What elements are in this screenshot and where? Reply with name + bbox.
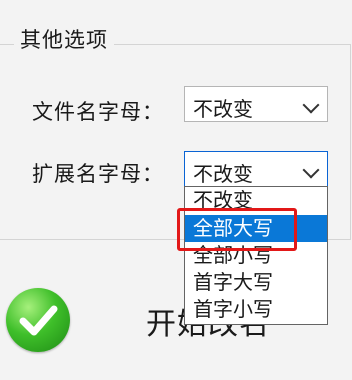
file-letter-label: 文件名字母： [32, 100, 164, 124]
file-letter-value: 不改变 [193, 97, 253, 121]
ext-letter-dropdown: 不改变 全部大写 全部小写 首字大写 首字小写 [184, 186, 328, 325]
ext-letter-value: 不改变 [193, 162, 253, 186]
dropdown-option[interactable]: 全部小写 [185, 242, 327, 269]
ext-letter-select[interactable]: 不改变 [184, 151, 328, 187]
start-check-icon[interactable] [6, 288, 70, 352]
file-letter-select[interactable]: 不改变 [184, 86, 328, 122]
dropdown-option[interactable]: 首字小写 [185, 296, 327, 323]
group-title: 其他选项 [14, 24, 114, 54]
dropdown-option[interactable]: 不改变 [185, 187, 327, 214]
ext-letter-label: 扩展名字母： [32, 162, 164, 186]
chevron-down-icon [302, 161, 320, 179]
dropdown-option[interactable]: 首字大写 [185, 269, 327, 296]
chevron-down-icon [302, 96, 320, 114]
dropdown-option-selected[interactable]: 全部大写 [185, 215, 327, 242]
